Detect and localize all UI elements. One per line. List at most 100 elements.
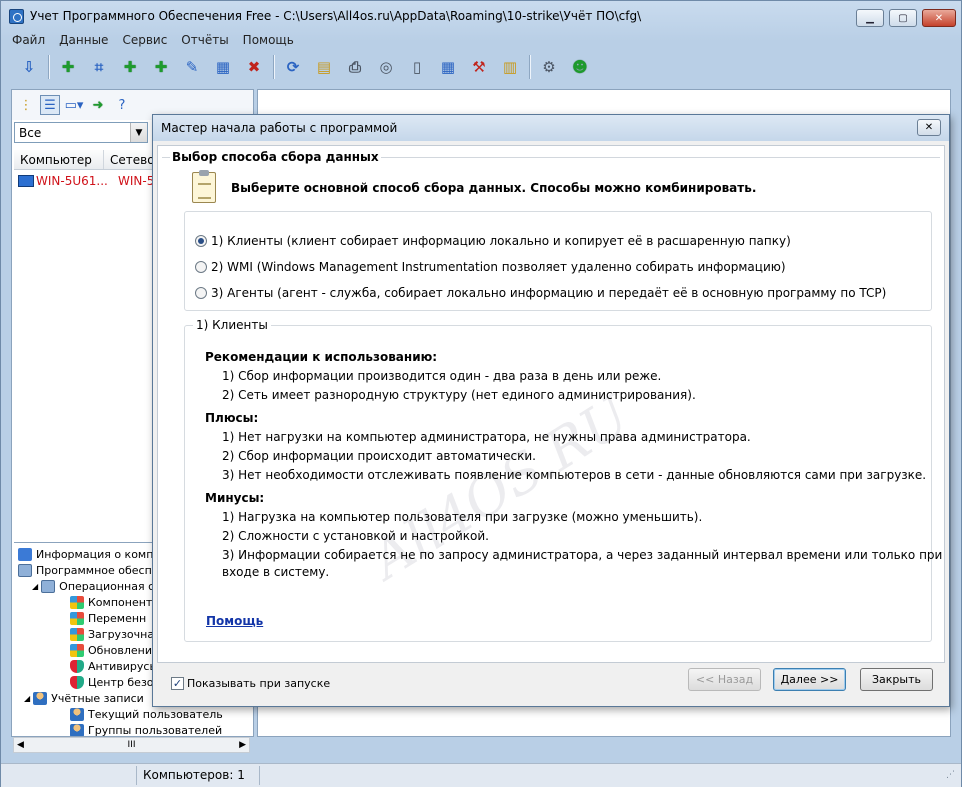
show-on-start-checkbox[interactable]: ✓ Показывать при запуске <box>171 677 330 690</box>
tree-view-icon[interactable]: ⋮ <box>16 95 36 115</box>
cell-computer: WIN-5U61... <box>36 174 108 188</box>
tools-icon[interactable]: ⚒ <box>467 55 491 79</box>
windows-icon <box>70 627 84 641</box>
tree-item[interactable]: Компонент <box>70 594 152 610</box>
pros-line: 1) Нет нагрузки на компьютер администрат… <box>222 430 751 444</box>
expand-icon[interactable]: ◢ <box>32 582 38 591</box>
dialog-close-button[interactable]: ✕ <box>917 119 941 136</box>
filter-combo-value: Все <box>19 125 42 140</box>
radio[interactable] <box>195 287 207 299</box>
filter-combo[interactable]: Все ▼ <box>14 122 148 143</box>
network-scan-icon[interactable]: ⌗ <box>87 55 111 79</box>
add-icon[interactable]: ✚ <box>149 55 173 79</box>
toolbar-separator <box>48 55 50 79</box>
group-title: Выбор способа сбора данных <box>170 150 381 164</box>
cons-line: 3) Информации собирается не по запросу а… <box>222 548 943 562</box>
cons-line: 1) Нагрузка на компьютер пользователя пр… <box>222 510 703 524</box>
back-button[interactable]: << Назад <box>688 668 761 691</box>
status-computer-count: Компьютеров: 1 <box>136 766 260 785</box>
tree-item[interactable]: ◢ Учётные записи <box>24 690 144 706</box>
print-icon[interactable]: ⎙ <box>343 55 367 79</box>
computer-icon <box>18 175 34 187</box>
wizard-dialog: Мастер начала работы с программой ✕ Выбо… <box>152 114 950 707</box>
toolbar-separator <box>273 55 275 79</box>
group-icon[interactable]: ▦ <box>211 55 235 79</box>
user-group-icon <box>70 723 84 736</box>
menu-service[interactable]: Сервис <box>115 31 174 49</box>
delete-icon[interactable]: ✖ <box>242 55 266 79</box>
app-icon <box>9 8 24 24</box>
checkbox-checked[interactable]: ✓ <box>171 677 184 690</box>
tree-item[interactable]: Переменн <box>70 610 146 626</box>
users-icon[interactable]: ☻ <box>568 55 592 79</box>
radio-selected[interactable] <box>195 235 207 247</box>
book-icon[interactable]: ▥ <box>498 55 522 79</box>
tree-item[interactable]: Группы пользователей <box>70 722 222 736</box>
tree-item[interactable]: Загрузочна <box>70 626 154 642</box>
scroll-right-icon[interactable]: ▶ <box>239 740 246 750</box>
cons-line: входе в систему. <box>222 565 330 579</box>
export-icon[interactable]: ➜ <box>88 95 108 115</box>
next-button[interactable]: Далее >> <box>773 668 846 691</box>
menu-data[interactable]: Данные <box>52 31 115 49</box>
add-computer-icon[interactable]: ✚ <box>56 55 80 79</box>
info-icon <box>18 547 32 561</box>
window-title: Учет Программного Обеспечения Free - C:\… <box>30 9 642 23</box>
pros-line: 2) Сбор информации происходит автоматиче… <box>222 449 536 463</box>
tree-item[interactable]: Программное обеспече <box>18 562 172 578</box>
tree-item[interactable]: Текущий пользователь <box>70 706 223 722</box>
help-icon[interactable]: ? <box>112 95 132 115</box>
tree-item[interactable]: ◢ Операционная си <box>32 578 161 594</box>
list-view-icon[interactable]: ☰ <box>40 95 60 115</box>
tree-item[interactable]: Антивирусы <box>70 658 158 674</box>
menu-reports[interactable]: Отчёты <box>174 31 235 49</box>
expand-icon[interactable]: ◢ <box>24 694 30 703</box>
windows-icon <box>70 643 84 657</box>
monitor-dropdown-icon[interactable]: ▭▾ <box>64 95 84 115</box>
cons-heading: Минусы: <box>205 491 265 505</box>
info-title: 1) Клиенты <box>193 318 271 332</box>
option-agents[interactable]: 3) Агенты (агент - служба, собирает лока… <box>195 284 886 302</box>
tree-item[interactable]: Обновления <box>70 642 159 658</box>
status-bar: Компьютеров: 1 ⋰ <box>1 763 961 787</box>
option-wmi[interactable]: 2) WMI (Windows Management Instrumentati… <box>195 258 786 276</box>
pros-line: 3) Нет необходимости отслеживать появлен… <box>222 468 927 482</box>
settings-gear-icon[interactable]: ⚙ <box>537 55 561 79</box>
save-icon[interactable]: ▤ <box>312 55 336 79</box>
horizontal-scrollbar[interactable]: ◀ III ▶ <box>13 737 250 753</box>
recommend-line: 1) Сбор информации производится один - д… <box>222 369 662 383</box>
add-by-ip-icon[interactable]: ✚ <box>118 55 142 79</box>
user-accounts-icon <box>33 691 48 705</box>
dialog-title-bar[interactable]: Мастер начала работы с программой ✕ <box>153 115 949 141</box>
import-icon[interactable]: ⇩ <box>17 55 41 79</box>
tree-item[interactable]: Центр безоп <box>70 674 161 690</box>
windows-icon <box>70 611 84 625</box>
chevron-down-icon[interactable]: ▼ <box>130 123 147 142</box>
software-icon <box>18 563 32 577</box>
maximize-button[interactable]: ▢ <box>889 9 917 27</box>
menu-help[interactable]: Помощь <box>236 31 301 49</box>
refresh-icon[interactable]: ⟳ <box>281 55 305 79</box>
report-table-icon[interactable]: ▦ <box>436 55 460 79</box>
close-window-button[interactable]: ✕ <box>922 9 956 27</box>
option-clients[interactable]: 1) Клиенты (клиент собирает информацию л… <box>195 232 791 250</box>
help-link[interactable]: Помощь <box>206 614 263 628</box>
method-options: 1) Клиенты (клиент собирает информацию л… <box>184 211 932 311</box>
edit-icon[interactable]: ✎ <box>180 55 204 79</box>
minimize-button[interactable]: ▁ <box>856 9 884 27</box>
radio[interactable] <box>195 261 207 273</box>
column-header-computer[interactable]: Компьютер <box>14 150 104 169</box>
scroll-grip[interactable]: III <box>128 740 136 750</box>
method-info: 1) Клиенты All4OS.RU Рекомендации к испо… <box>184 318 942 642</box>
resize-grip-icon[interactable]: ⋰ <box>946 770 955 780</box>
menu-bar: Файл Данные Сервис Отчёты Помощь <box>5 31 301 49</box>
cons-line: 2) Сложности с установкой и настройкой. <box>222 529 489 543</box>
preview-icon[interactable]: ▯ <box>405 55 429 79</box>
binoculars-icon[interactable]: ◎ <box>374 55 398 79</box>
menu-file[interactable]: Файл <box>5 31 52 49</box>
title-bar[interactable]: Учет Программного Обеспечения Free - C:\… <box>1 1 961 31</box>
show-on-start-label: Показывать при запуске <box>187 677 331 690</box>
scroll-left-icon[interactable]: ◀ <box>17 740 24 750</box>
windows-icon <box>70 595 84 609</box>
close-button[interactable]: Закрыть <box>860 668 933 691</box>
